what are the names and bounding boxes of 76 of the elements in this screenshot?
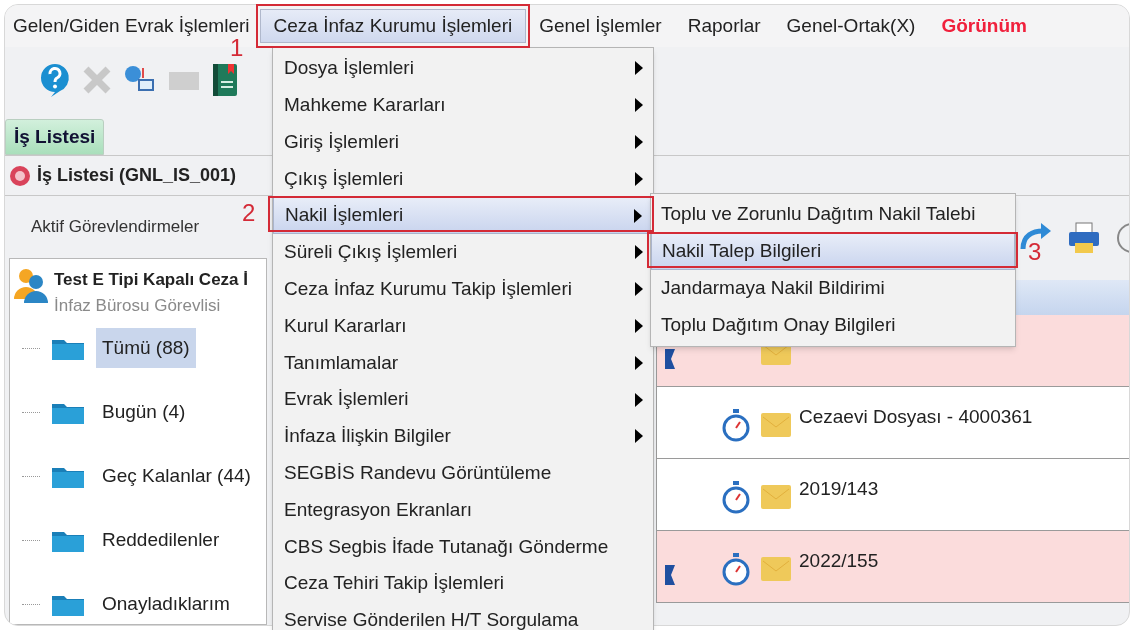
envelope-icon: [761, 485, 791, 509]
submenu-entry[interactable]: Jandarmaya Nakil Bildirimi: [651, 270, 1015, 307]
menu-entry-label: Giriş İşlemleri: [284, 129, 400, 154]
submenu-arrow-icon: [635, 61, 643, 76]
submenu-arrow-icon: [635, 245, 643, 260]
menu-entry[interactable]: Entegrasyon Ekranları: [273, 491, 653, 529]
menu-entry-label: Dosya İşlemleri: [284, 56, 414, 81]
menu-item[interactable]: Raporlar: [674, 9, 774, 43]
envelope-icon: [761, 413, 791, 437]
menu-entry[interactable]: Kurul Kararları: [273, 307, 653, 345]
menu-entry-label: Ceza İnfaz Kurumu Takip İşlemleri: [284, 276, 572, 301]
menu-entry[interactable]: Tanımlamalar: [273, 344, 653, 382]
tree-item[interactable]: Geç Kalanlar (44): [96, 456, 257, 496]
submenu-arrow-icon: [635, 171, 643, 186]
menu-entry-label: Mahkeme Kararları: [284, 92, 446, 117]
submenu-arrow-icon: [634, 208, 642, 223]
submenu-arrow-icon: [635, 282, 643, 297]
menu-entry[interactable]: Ceza Tehiri Takip İşlemleri: [273, 565, 653, 602]
menu-entry-label: Nakil İşlemleri: [285, 203, 404, 228]
user-role: İnfaz Bürosu Görevlisi: [54, 294, 222, 317]
row-title: Cezaevi Dosyası - 4000361: [799, 405, 1033, 429]
menu-item[interactable]: Genel İşlemler: [526, 9, 675, 43]
menu-entry[interactable]: CBS Segbis İfade Tutanağı Gönderme: [273, 528, 653, 566]
list-row[interactable]: 2022/155: [657, 531, 1129, 603]
menu-entry[interactable]: Dosya İşlemleri: [273, 50, 653, 87]
envelope-icon: [761, 557, 791, 581]
menu-entry-label: Çıkış İşlemleri: [284, 166, 404, 191]
emblem-icon: [9, 164, 31, 187]
submenu-entry[interactable]: Toplu Dağıtım Onay Bilgileri: [651, 307, 1015, 344]
menu-entry-label: Tanımlamalar: [284, 350, 399, 375]
submenu-arrow-icon: [635, 318, 643, 333]
submenu-entry[interactable]: Toplu ve Zorunlu Dağıtım Nakil Talebi: [651, 196, 1015, 233]
tree-item[interactable]: Onayladıklarım: [96, 584, 236, 624]
menu-item[interactable]: Ceza İnfaz Kurumu İşlemleri: [259, 9, 527, 43]
menu-entry-label: Süreli Çıkış İşlemleri: [284, 240, 458, 265]
users-icon: [12, 267, 50, 303]
menu-entry[interactable]: SEGBİS Randevu Görüntüleme: [273, 454, 653, 492]
list-row[interactable]: Cezaevi Dosyası - 4000361: [657, 387, 1129, 459]
menu-entry-label: SEGBİS Randevu Görüntüleme: [284, 460, 552, 485]
menu-entry-label: Entegrasyon Ekranları: [284, 497, 472, 522]
menu-entry-label: İnfaza İlişkin Bilgiler: [284, 424, 451, 449]
menu-entry-label: Evrak İşlemleri: [284, 387, 409, 412]
menu-entry-label: Servise Gönderilen H/T Sorgulama: [284, 608, 579, 630]
callout-number: 3: [1028, 238, 1042, 266]
user-name: Test E Tipi Kapalı Ceza İ: [54, 269, 248, 291]
menu-item[interactable]: Genel-Ortak(X): [773, 9, 929, 43]
book-icon[interactable]: [211, 62, 239, 98]
menu-entry-label: Kurul Kararları: [284, 313, 407, 338]
menu-entry[interactable]: Mahkeme Kararları: [273, 86, 653, 124]
help-icon[interactable]: [39, 62, 71, 98]
menu-entry[interactable]: Ceza İnfaz Kurumu Takip İşlemleri: [273, 270, 653, 308]
submenu-arrow-icon: [635, 135, 643, 149]
menu-entry[interactable]: Çıkış İşlemleri: [273, 160, 653, 198]
callout-number: 1: [230, 34, 244, 62]
menu-item[interactable]: Görünüm: [928, 9, 1040, 43]
submenu-arrow-icon: [635, 429, 643, 444]
submenu-arrow-icon: [635, 392, 643, 407]
tree-item[interactable]: Tümü (88): [96, 328, 196, 368]
list-row[interactable]: 2019/143: [657, 459, 1129, 531]
section-label: Aktif Görevlendirmeler: [31, 216, 200, 239]
callout-number: 2: [242, 199, 256, 227]
menu-entry[interactable]: Evrak İşlemleri: [273, 381, 653, 418]
tab[interactable]: İş Listesi: [5, 119, 105, 155]
submenu-arrow-icon: [635, 355, 643, 370]
row-title: 2019/143: [799, 477, 879, 501]
panel-title: İş Listesi (GNL_IS_001): [37, 164, 237, 187]
tree-item[interactable]: Bugün (4): [96, 392, 192, 432]
tree-item[interactable]: Reddedilenler: [96, 520, 226, 560]
row-title: 2022/155: [799, 549, 879, 573]
menu-entry[interactable]: Servise Gönderilen H/T Sorgulama: [273, 601, 653, 630]
printer-icon[interactable]: [1067, 221, 1101, 255]
menu-entry[interactable]: Giriş İşlemleri: [273, 123, 653, 161]
menu-entry-label: CBS Segbis İfade Tutanağı Gönderme: [284, 534, 609, 559]
menu-entry-label: Ceza Tehiri Takip İşlemleri: [284, 571, 504, 596]
menu-entry[interactable]: İnfaza İlişkin Bilgiler: [273, 417, 653, 455]
submenu-arrow-icon: [635, 98, 643, 113]
